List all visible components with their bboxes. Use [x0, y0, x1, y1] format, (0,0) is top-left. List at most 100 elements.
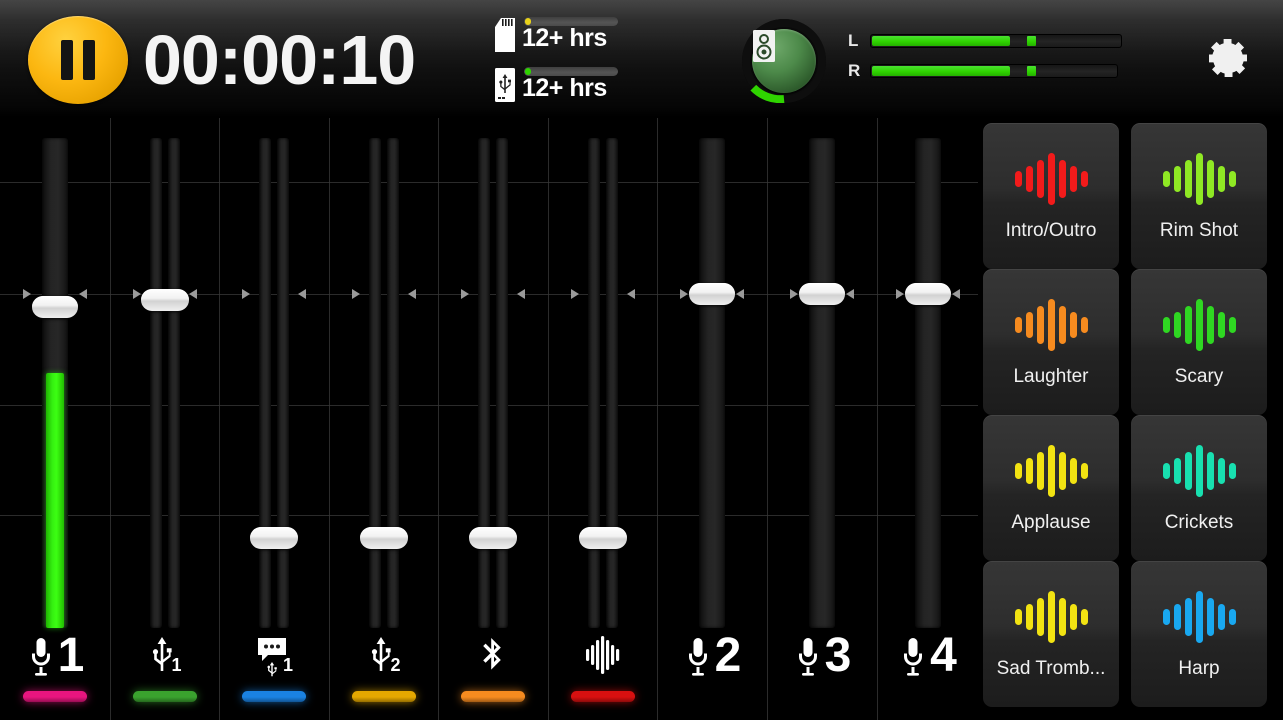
channel-label-bluetooth[interactable]: [438, 630, 548, 682]
soundboard-pad-2[interactable]: Laughter: [983, 269, 1119, 415]
waveform-bar: [1080, 171, 1088, 187]
waveform-bar: [1047, 153, 1055, 205]
waveform-bar: [1217, 458, 1225, 484]
soundboard-pad-7[interactable]: Harp: [1131, 561, 1267, 707]
waveform-bar: [1195, 299, 1203, 351]
soundboard-pad-1[interactable]: Rim Shot: [1131, 123, 1267, 269]
fader-track-sfx-right[interactable]: [605, 138, 618, 628]
waveform-bar: [1025, 458, 1033, 484]
channel-label-sfx[interactable]: [548, 630, 657, 682]
monitor-volume-knob[interactable]: [742, 19, 826, 103]
channel-label-usb2[interactable]: 2: [329, 630, 438, 682]
microphone-icon: [683, 635, 713, 677]
channel-sub-index: 1: [171, 655, 182, 675]
soundboard-pad-6[interactable]: Sad Tromb...: [983, 561, 1119, 707]
waveform-bar: [1047, 445, 1055, 497]
waveform-bar: [1069, 166, 1077, 192]
fader-track-usb2-left[interactable]: [368, 138, 381, 628]
channel-number: 1: [57, 629, 85, 682]
unity-arrow-left: [132, 289, 141, 299]
fader-track-mic3[interactable]: [809, 138, 835, 628]
output-level-meters: L R: [848, 32, 1128, 87]
channel-label-mic4[interactable]: 4: [877, 630, 978, 682]
soundboard-pad-4[interactable]: Applause: [983, 415, 1119, 561]
unity-arrow-left: [895, 289, 904, 299]
gear-icon[interactable]: [1203, 33, 1253, 83]
fader-track-chat-left[interactable]: [259, 138, 271, 628]
unity-arrow-right: [298, 289, 306, 299]
fader-track-usb2-right[interactable]: [386, 138, 399, 628]
level-meter-mic1: [46, 373, 64, 628]
fader-track-usb1-left[interactable]: [149, 138, 162, 628]
channel-label-usb1[interactable]: 1: [110, 630, 219, 682]
pause-icon-bar-left: [61, 40, 73, 80]
waveform-bar: [1206, 160, 1214, 198]
waveform-icon: [1014, 588, 1088, 646]
fader-handle-usb2[interactable]: [359, 527, 408, 549]
fader-handle-chat[interactable]: [250, 527, 298, 549]
waveform-bar: [1047, 591, 1055, 643]
channel-strip-sfx: [548, 118, 657, 720]
waveform-icon: [1162, 588, 1236, 646]
fader-handle-sfx[interactable]: [578, 527, 627, 549]
waveform-bar: [1047, 299, 1055, 351]
waveform-icon: [1162, 150, 1236, 208]
storage-row-sd[interactable]: 12+ hrs: [492, 14, 622, 58]
sd-time-remaining: 12+ hrs: [522, 24, 607, 52]
fader-handle-usb1[interactable]: [140, 289, 189, 311]
meter-peak-left: [1027, 36, 1036, 46]
fader-handle-bluetooth[interactable]: [469, 527, 517, 549]
fader-track-mic2[interactable]: [699, 138, 725, 628]
waveform-bar: [1014, 317, 1022, 333]
waveform-bar: [1195, 591, 1203, 643]
waveform-bar: [1217, 166, 1225, 192]
waveform-icon: [1014, 442, 1088, 500]
fader-track-bluetooth-left[interactable]: [478, 138, 490, 628]
channel-label-mic2[interactable]: 2: [657, 630, 767, 682]
fader-handle-mic4[interactable]: [904, 283, 951, 305]
waveform-bar: [1162, 609, 1170, 625]
channel-strip-bluetooth: [438, 118, 548, 720]
unity-arrow-left: [680, 289, 688, 299]
transport-pause-button[interactable]: [28, 16, 128, 104]
soundboard-pad-label: Applause: [1011, 512, 1091, 533]
fader-handle-mic3[interactable]: [799, 283, 845, 305]
channel-number: 3: [824, 629, 852, 682]
channel-label-chat[interactable]: 1: [219, 630, 329, 682]
storage-row-usb[interactable]: 12+ hrs: [492, 64, 622, 108]
fader-handle-mic1[interactable]: [32, 296, 78, 318]
unity-arrow-left: [790, 289, 798, 299]
waveform-bar: [1025, 166, 1033, 192]
fader-track-sfx-left[interactable]: [587, 138, 600, 628]
sd-card-icon: [495, 18, 515, 52]
meter-track-left: [870, 34, 1122, 48]
waveform-icon: [1014, 150, 1088, 208]
waveform-bar: [1069, 312, 1077, 338]
pause-icon-bar-right: [83, 40, 95, 80]
soundboard-pad-label: Sad Tromb...: [996, 658, 1106, 679]
waveform-bar: [1014, 609, 1022, 625]
channel-strip-usb2: 2: [329, 118, 438, 720]
waveform-bar: [1228, 171, 1236, 187]
fader-track-bluetooth-right[interactable]: [496, 138, 508, 628]
waveform-bar: [1069, 458, 1077, 484]
unity-arrow-right: [188, 289, 197, 299]
meter-track-right: [870, 64, 1118, 78]
header-bar: 00:00:10 12+ hrs 12+ hrs L R: [0, 0, 1283, 118]
usb-drive-icon: [495, 68, 515, 102]
soundboard-pad-0[interactable]: Intro/Outro: [983, 123, 1119, 269]
unity-arrow-right: [736, 289, 744, 299]
fader-handle-mic2[interactable]: [689, 283, 735, 305]
channel-label-mic3[interactable]: 3: [767, 630, 877, 682]
unity-arrow-right: [626, 289, 635, 299]
usb-time-remaining: 12+ hrs: [522, 74, 607, 102]
channel-label-mic1[interactable]: 1: [0, 630, 110, 682]
channel-number: 4: [930, 629, 957, 682]
soundboard-pad-3[interactable]: Scary: [1131, 269, 1267, 415]
channel-color-bar-sfx: [570, 691, 635, 702]
fader-track-mic4[interactable]: [914, 138, 941, 628]
fader-track-chat-right[interactable]: [277, 138, 289, 628]
fader-track-usb1-right[interactable]: [167, 138, 180, 628]
monitor-knob-face: [752, 29, 816, 93]
soundboard-pad-5[interactable]: Crickets: [1131, 415, 1267, 561]
